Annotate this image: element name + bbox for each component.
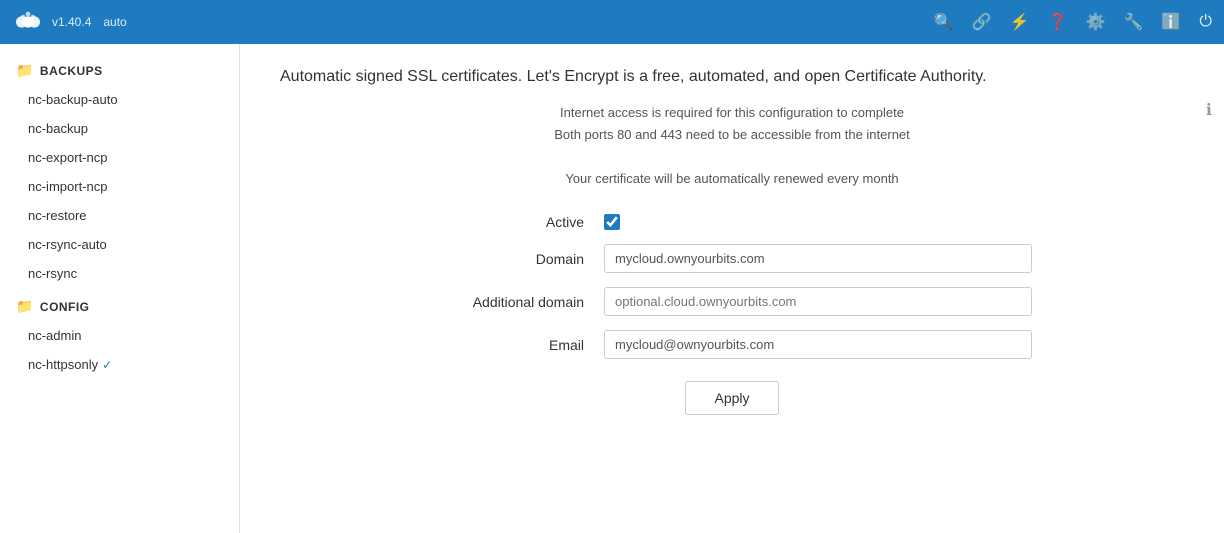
topbar: v1.40.4 auto 🔍 🔗 ⚡ ❓ ⚙️ 🔧 ℹ️ ⏻	[0, 0, 1224, 44]
main-layout: 📁 BACKUPS nc-backup-auto nc-backup nc-ex…	[0, 44, 1224, 533]
sidebar-item-nc-export-ncp[interactable]: nc-export-ncp	[0, 143, 239, 172]
httpsonly-check-icon: ✓	[102, 358, 112, 372]
sidebar-item-nc-backup-auto[interactable]: nc-backup-auto	[0, 85, 239, 114]
sidebar-item-label: nc-import-ncp	[28, 179, 107, 194]
sidebar-item-nc-rsync[interactable]: nc-rsync	[0, 259, 239, 288]
active-label: Active	[432, 214, 592, 230]
sidebar-item-label: nc-backup-auto	[28, 92, 118, 107]
search-icon[interactable]: 🔍	[934, 12, 954, 32]
settings-icon[interactable]: ⚙️	[1086, 12, 1106, 32]
content-panel: Automatic signed SSL certificates. Let's…	[240, 44, 1224, 533]
sidebar-item-label: nc-rsync	[28, 266, 77, 281]
sidebar-item-label: nc-admin	[28, 328, 81, 343]
link-icon[interactable]: 🔗	[972, 12, 992, 32]
sidebar-item-label: nc-httpsonly	[28, 357, 98, 372]
logo: v1.40.4 auto	[12, 6, 127, 38]
sidebar-item-label: nc-backup	[28, 121, 88, 136]
sidebar-item-label: nc-rsync-auto	[28, 237, 107, 252]
content-info: Internet access is required for this con…	[280, 102, 1184, 190]
backups-section-label: BACKUPS	[40, 64, 103, 78]
sidebar-item-nc-httpsonly[interactable]: nc-httpsonly ✓	[0, 350, 239, 379]
power-icon[interactable]: ⏻	[1199, 13, 1212, 31]
mode-label: auto	[103, 15, 126, 29]
config-section-header: 📁 CONFIG	[0, 288, 239, 321]
additional-domain-input[interactable]	[604, 287, 1032, 316]
ssl-form: Active Domain Additional domain Email Ap…	[432, 214, 1032, 415]
info-line-2: Both ports 80 and 443 need to be accessi…	[280, 124, 1184, 146]
config-section-label: CONFIG	[40, 300, 90, 314]
email-label: Email	[432, 337, 592, 353]
sidebar-item-nc-rsync-auto[interactable]: nc-rsync-auto	[0, 230, 239, 259]
apply-button[interactable]: Apply	[685, 381, 778, 415]
nextcloudpi-logo-icon	[12, 6, 44, 38]
page-title: Automatic signed SSL certificates. Let's…	[280, 68, 1184, 86]
sidebar-item-nc-restore[interactable]: nc-restore	[0, 201, 239, 230]
backups-folder-icon: 📁	[16, 62, 34, 79]
tool-icon[interactable]: 🔧	[1124, 12, 1144, 32]
activity-icon[interactable]: ⚡	[1010, 12, 1030, 32]
domain-label: Domain	[432, 251, 592, 267]
backups-section-header: 📁 BACKUPS	[0, 52, 239, 85]
sidebar-item-nc-admin[interactable]: nc-admin	[0, 321, 239, 350]
info-icon[interactable]: ℹ️	[1161, 12, 1181, 32]
content-wrapper: Automatic signed SSL certificates. Let's…	[240, 44, 1224, 533]
sidebar-item-nc-backup[interactable]: nc-backup	[0, 114, 239, 143]
help-icon[interactable]: ❓	[1048, 12, 1068, 32]
sidebar-item-label: nc-export-ncp	[28, 150, 107, 165]
active-checkbox-wrap	[604, 214, 1032, 230]
domain-input[interactable]	[604, 244, 1032, 273]
active-checkbox[interactable]	[604, 214, 620, 230]
info-line-1: Internet access is required for this con…	[280, 102, 1184, 124]
sidebar: 📁 BACKUPS nc-backup-auto nc-backup nc-ex…	[0, 44, 240, 533]
sidebar-item-label: nc-restore	[28, 208, 87, 223]
topbar-icons: 🔍 🔗 ⚡ ❓ ⚙️ 🔧 ℹ️ ⏻	[934, 12, 1212, 32]
sidebar-item-nc-import-ncp[interactable]: nc-import-ncp	[0, 172, 239, 201]
email-input[interactable]	[604, 330, 1032, 359]
config-folder-icon: 📁	[16, 298, 34, 315]
info-line-3: Your certificate will be automatically r…	[280, 168, 1184, 190]
version-label: v1.40.4	[52, 15, 91, 29]
apply-wrap: Apply	[432, 381, 1032, 415]
content-info-icon[interactable]: ℹ	[1206, 100, 1212, 120]
additional-domain-label: Additional domain	[432, 294, 592, 310]
